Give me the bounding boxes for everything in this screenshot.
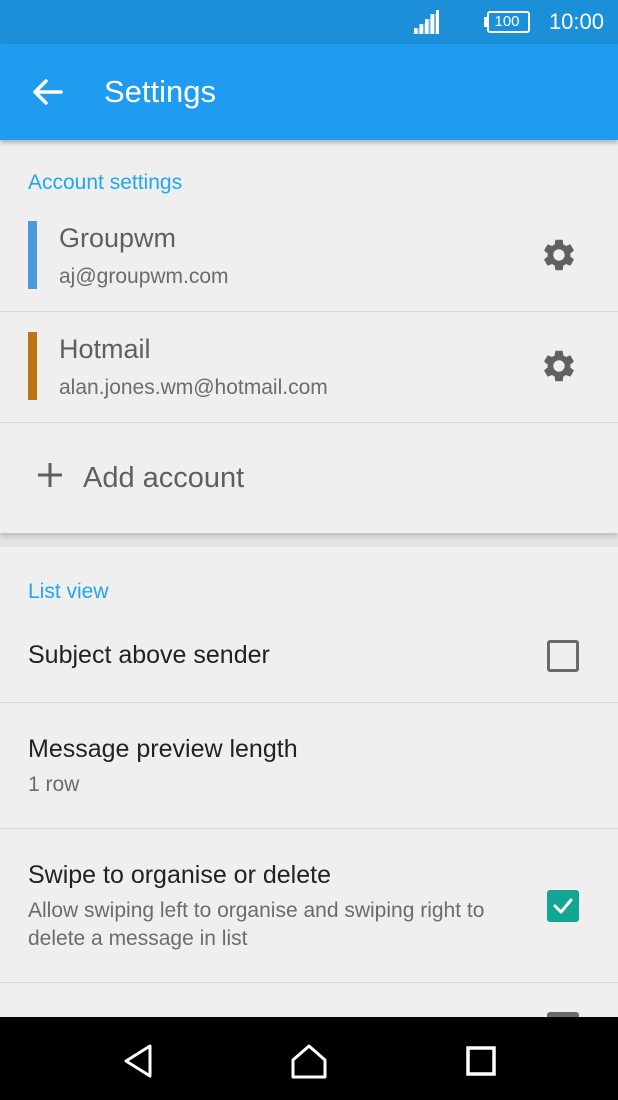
status-bar: 100 10:00 (0, 0, 618, 44)
navigation-bar (0, 1017, 618, 1100)
nav-back-icon[interactable] (118, 1041, 158, 1081)
account-item-hotmail[interactable]: Hotmail alan.jones.wm@hotmail.com (0, 312, 618, 423)
pref-title: Subject above sender (28, 641, 270, 669)
account-color-bar (28, 332, 37, 400)
account-email: alan.jones.wm@hotmail.com (59, 376, 328, 399)
pref-title: Swipe to organise or delete (28, 861, 331, 889)
checkmark-icon (553, 898, 573, 914)
add-account-button[interactable]: Add account (0, 423, 618, 533)
pref-summary: Allow swiping left to organise and swipi… (28, 899, 485, 950)
account-item-groupwm[interactable]: Groupwm aj@groupwm.com (0, 201, 618, 312)
section-divider (0, 533, 618, 547)
section-header-account-settings: Account settings (28, 171, 183, 194)
swipe-to-organise-checkbox[interactable] (547, 890, 579, 922)
account-name: Groupwm (59, 223, 177, 253)
section-header-list-view: List view (28, 580, 109, 603)
signal-icon (413, 10, 439, 34)
nav-home-icon[interactable] (289, 1041, 329, 1081)
page-title: Settings (104, 74, 217, 109)
add-account-label: Add account (83, 462, 245, 494)
account-email: aj@groupwm.com (59, 265, 229, 288)
nav-recents-icon[interactable] (461, 1041, 501, 1081)
pref-summary: 1 row (28, 773, 80, 796)
app-bar: Settings (0, 44, 618, 140)
back-arrow-icon[interactable] (26, 70, 70, 114)
account-color-bar (28, 221, 37, 289)
battery-level: 100 (494, 13, 520, 30)
gear-icon[interactable] (540, 347, 578, 385)
status-time: 10:00 (548, 9, 604, 34)
plus-icon (38, 463, 62, 487)
account-settings-section: Account settings Groupwm aj@groupwm.com … (0, 140, 618, 533)
list-view-section: List view Subject above sender Message p… (0, 547, 618, 1017)
pref-message-preview-length[interactable]: Message preview length 1 row (0, 703, 618, 829)
pref-subject-above-sender[interactable]: Subject above sender (0, 609, 618, 703)
pref-swipe-to-organise[interactable]: Swipe to organise or delete Allow swipin… (0, 829, 618, 983)
gear-icon[interactable] (540, 236, 578, 274)
account-name: Hotmail (59, 334, 151, 364)
pref-title: Message preview length (28, 735, 298, 763)
subject-above-sender-checkbox[interactable] (547, 640, 579, 672)
